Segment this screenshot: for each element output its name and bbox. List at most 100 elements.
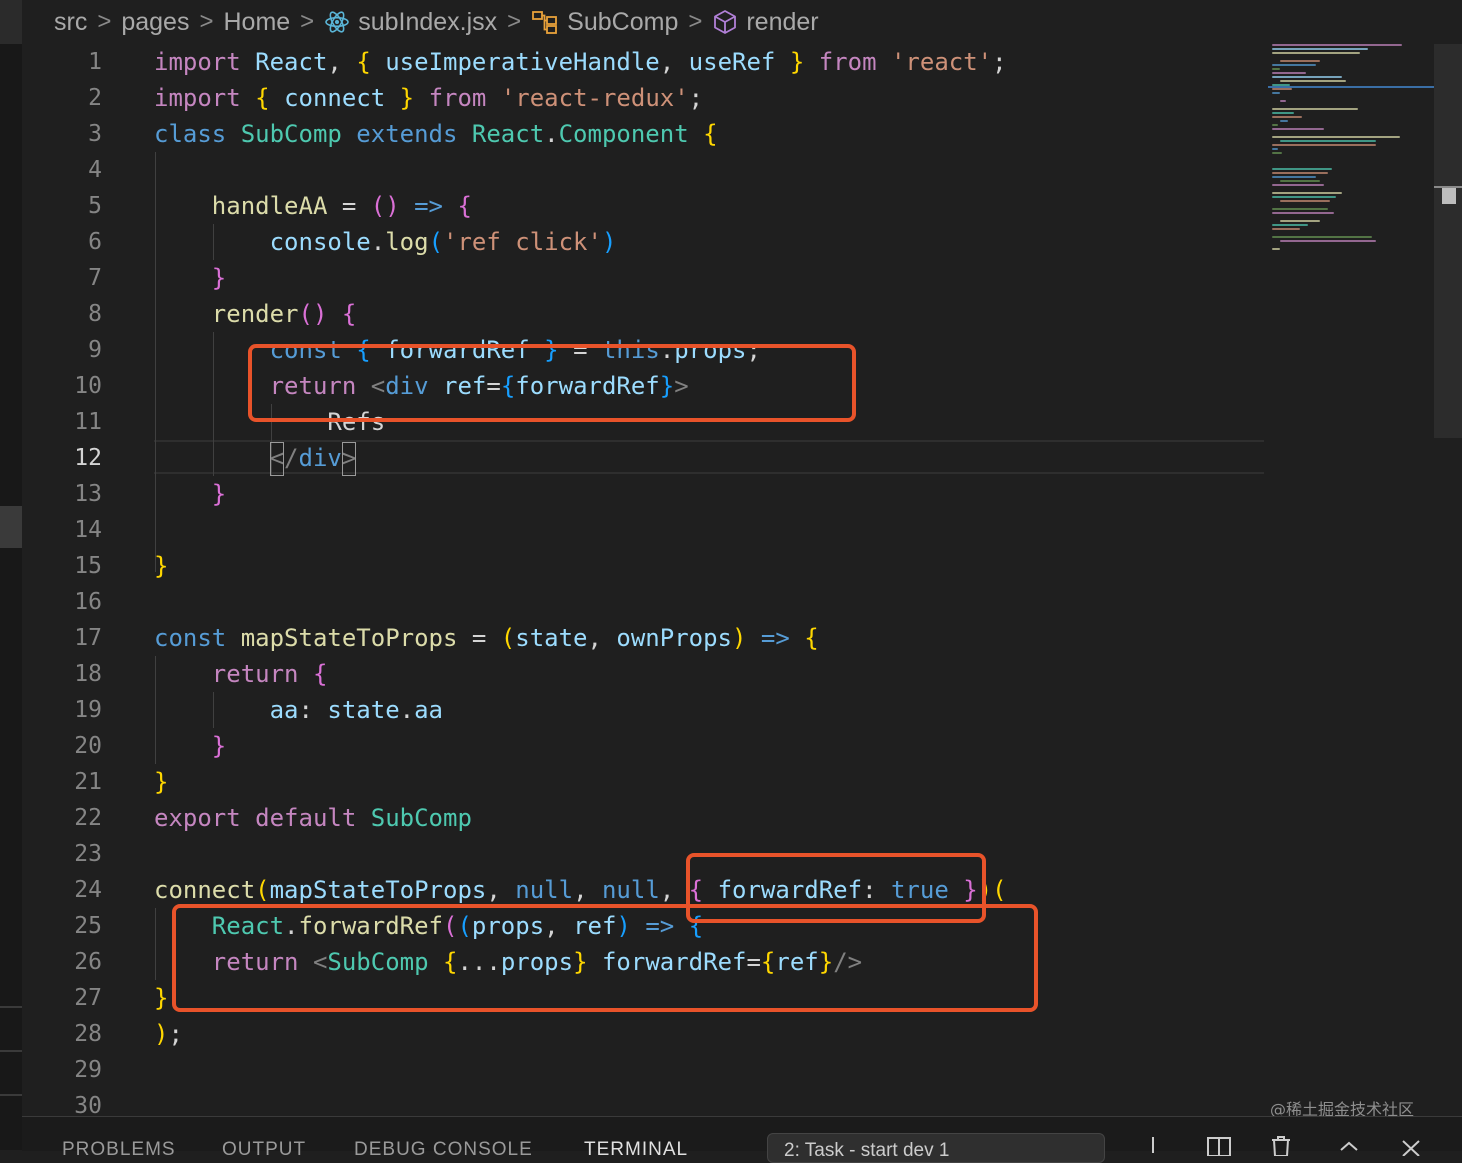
breadcrumb-label: pages bbox=[121, 7, 190, 36]
code-line[interactable]: const mapStateToProps = (state, ownProps… bbox=[154, 620, 819, 656]
code-token: } bbox=[775, 48, 805, 76]
code-token: log bbox=[385, 228, 429, 256]
breadcrumb-home[interactable]: Home bbox=[223, 8, 290, 37]
minimap-line bbox=[1272, 44, 1402, 46]
code-line[interactable]: } bbox=[154, 980, 168, 1016]
code-token: ) bbox=[732, 624, 761, 652]
minimap-line bbox=[1272, 144, 1376, 146]
chevron-right-icon: > bbox=[300, 8, 315, 35]
chevron-right-icon: > bbox=[507, 8, 522, 35]
breadcrumb-pages[interactable]: pages bbox=[121, 8, 189, 37]
code-line[interactable]: import React, { useImperativeHandle, use… bbox=[154, 44, 1007, 80]
breadcrumb-src[interactable]: src bbox=[54, 8, 87, 37]
breadcrumb-method[interactable]: render bbox=[712, 7, 819, 37]
line-number: 23 bbox=[74, 841, 102, 867]
trash-icon[interactable] bbox=[1268, 1134, 1294, 1156]
code-line[interactable]: </div> bbox=[154, 440, 357, 476]
minimap-line bbox=[1272, 176, 1316, 178]
code-line[interactable]: render() { bbox=[154, 296, 357, 332]
code-token: export bbox=[154, 804, 256, 832]
code-line[interactable]: ); bbox=[154, 1016, 183, 1052]
code-token: = bbox=[341, 192, 371, 220]
code-token: null bbox=[515, 876, 574, 904]
code-token: const bbox=[154, 624, 241, 652]
minimap-line bbox=[1280, 80, 1346, 82]
minimap-line bbox=[1272, 92, 1280, 94]
scrollbar-thumb[interactable] bbox=[1442, 188, 1456, 204]
code-token: state bbox=[515, 624, 588, 652]
code-token: aa bbox=[154, 696, 299, 724]
line-number: 15 bbox=[74, 553, 102, 579]
tab-problems[interactable]: PROBLEMS bbox=[62, 1138, 176, 1162]
react-atom-icon bbox=[325, 11, 349, 33]
code-token: React bbox=[255, 48, 328, 76]
code-line[interactable]: export default SubComp bbox=[154, 800, 472, 836]
split-terminal-icon[interactable] bbox=[1206, 1134, 1232, 1156]
code-token: ) bbox=[601, 228, 617, 256]
bracket-match-highlight bbox=[342, 442, 356, 476]
minimap-line bbox=[1272, 116, 1302, 118]
code-line[interactable]: class SubComp extends React.Component { bbox=[154, 116, 718, 152]
line-number: 16 bbox=[74, 589, 102, 615]
code-line[interactable]: } bbox=[154, 728, 226, 764]
line-number: 2 bbox=[88, 85, 102, 111]
code-token: , bbox=[587, 624, 617, 652]
chevron-right-icon: > bbox=[688, 8, 703, 35]
activity-divider bbox=[0, 1006, 22, 1008]
code-line[interactable]: } bbox=[154, 548, 168, 584]
code-token: React bbox=[471, 120, 545, 148]
line-number: 4 bbox=[88, 157, 102, 183]
minimap-line bbox=[1272, 136, 1400, 138]
code-token: 'react-redux' bbox=[500, 84, 689, 112]
activity-active-item[interactable] bbox=[0, 506, 22, 548]
code-token: } bbox=[154, 480, 227, 508]
code-token: import bbox=[154, 48, 256, 76]
code-line[interactable]: } bbox=[154, 260, 226, 296]
line-number: 14 bbox=[74, 517, 102, 543]
code-token: { bbox=[312, 660, 328, 688]
minimap-line bbox=[1272, 68, 1280, 70]
terminal-select-dropdown[interactable]: 2: Task - start dev 1 bbox=[767, 1133, 1105, 1163]
code-token: { bbox=[804, 624, 819, 652]
breadcrumb-label: render bbox=[746, 7, 819, 36]
code-token: . bbox=[399, 696, 415, 724]
line-number: 7 bbox=[88, 265, 102, 291]
line-number: 21 bbox=[74, 769, 102, 795]
vertical-scrollbar[interactable] bbox=[1434, 44, 1462, 438]
maximize-chevron-icon[interactable] bbox=[1336, 1134, 1362, 1156]
code-token: . bbox=[370, 228, 386, 256]
line-number: 9 bbox=[88, 337, 102, 363]
minimap-line bbox=[1280, 240, 1376, 242]
code-token: useImperativeHandle bbox=[385, 48, 660, 76]
code-line[interactable]: } bbox=[154, 764, 168, 800]
code-token: ( bbox=[255, 876, 270, 904]
line-number: 29 bbox=[74, 1057, 102, 1083]
code-line[interactable]: } bbox=[154, 476, 226, 512]
minimap-line bbox=[1280, 120, 1288, 122]
code-token: return bbox=[154, 660, 313, 688]
tab-debug-console[interactable]: DEBUG CONSOLE bbox=[354, 1138, 533, 1162]
breadcrumb-label: subIndex.jsx bbox=[358, 7, 498, 36]
code-token: } bbox=[154, 768, 169, 796]
line-number: 27 bbox=[74, 985, 102, 1011]
code-line[interactable]: return { bbox=[154, 656, 328, 692]
code-line[interactable]: import { connect } from 'react-redux'; bbox=[154, 80, 703, 116]
code-token: render bbox=[154, 300, 299, 328]
code-line[interactable]: handleAA = () => { bbox=[154, 188, 472, 224]
minimap-line bbox=[1272, 228, 1300, 230]
code-line[interactable]: console.log('ref click') bbox=[154, 224, 617, 260]
breadcrumb-class[interactable]: SubComp bbox=[531, 8, 678, 37]
code-line[interactable]: aa: state.aa bbox=[154, 692, 443, 728]
chevron-right-icon: > bbox=[97, 8, 112, 35]
close-icon[interactable] bbox=[1398, 1134, 1424, 1156]
breadcrumb-file[interactable]: subIndex.jsx bbox=[324, 8, 497, 37]
code-token: SubComp bbox=[370, 804, 472, 832]
add-terminal-icon[interactable] bbox=[1142, 1134, 1164, 1156]
minimap-line bbox=[1272, 196, 1336, 198]
minimap[interactable] bbox=[1268, 40, 1434, 260]
tab-terminal[interactable]: TERMINAL bbox=[584, 1138, 688, 1162]
code-token: state bbox=[327, 696, 400, 724]
breadcrumb-label: src bbox=[54, 7, 88, 36]
tab-output[interactable]: OUTPUT bbox=[222, 1138, 306, 1162]
annotation-box-return-div bbox=[248, 344, 856, 422]
